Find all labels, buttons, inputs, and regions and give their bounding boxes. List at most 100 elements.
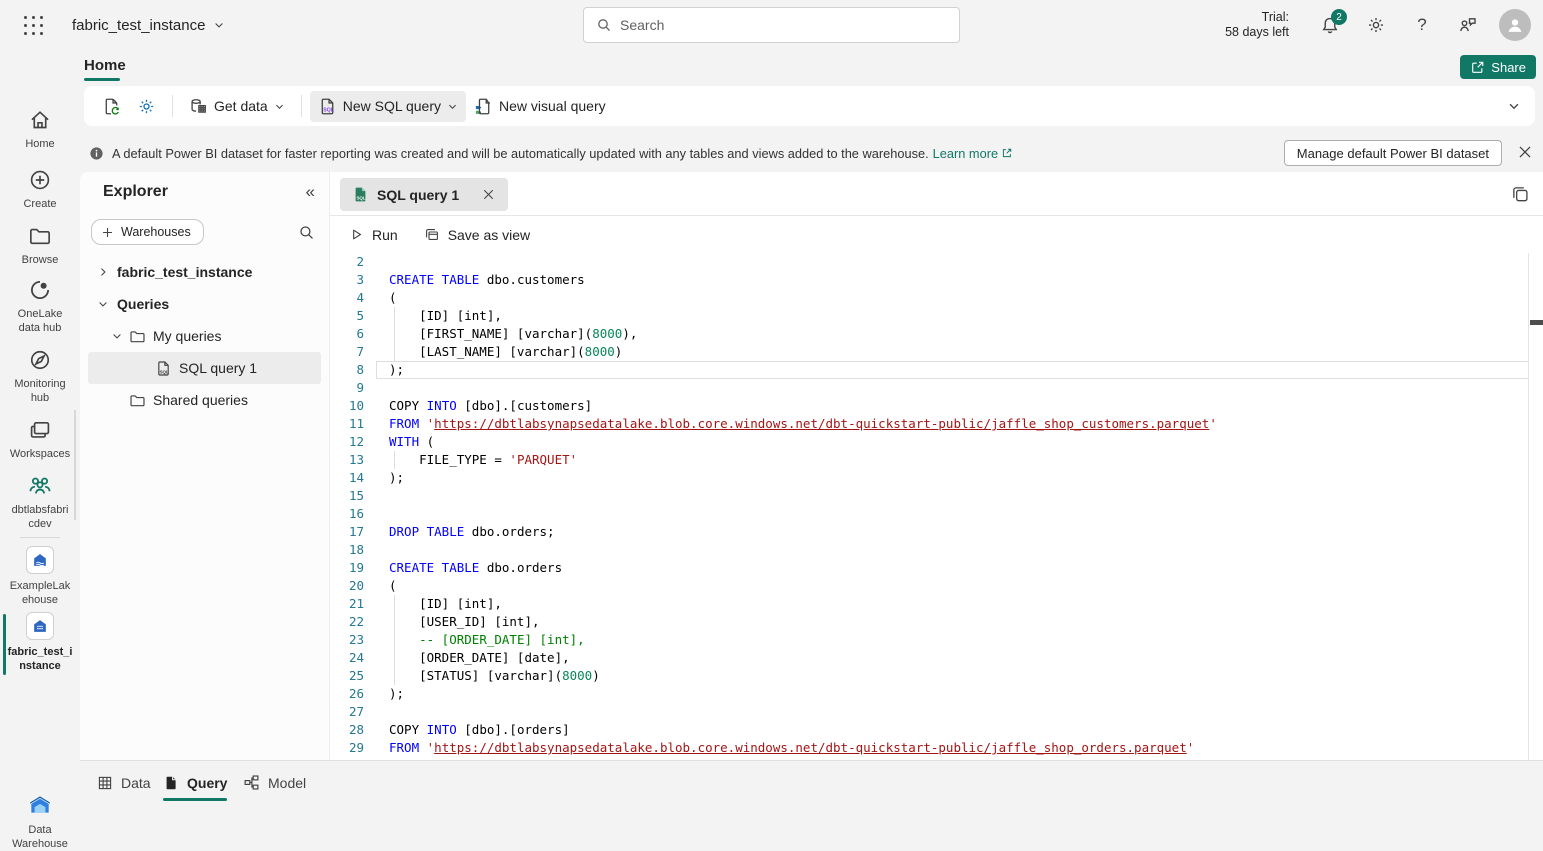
code-line-6: 6 [FIRST_NAME] [varchar](8000), [330,325,1543,343]
fabric-test-instance-icon [26,612,54,640]
notifications-button[interactable]: 2 [1313,8,1347,42]
tree-item-sql-query-1[interactable]: SQL SQL query 1 [88,352,321,384]
chevron-right-icon[interactable] [95,266,111,278]
collapse-ribbon-chevron[interactable] [1507,99,1521,113]
code-line-23: 23 -- [ORDER_DATE] [int], [330,631,1543,649]
line-number: 19 [330,559,364,577]
line-number: 18 [330,541,364,559]
chevron-down-icon[interactable] [109,330,125,342]
model-diagram-icon [243,774,260,791]
get-data-button[interactable]: Get data [181,91,293,122]
line-number: 22 [330,613,364,631]
browse-icon [28,224,52,248]
share-button[interactable]: Share [1460,55,1536,79]
line-number: 24 [330,649,364,667]
monitoring-hub-icon [28,348,52,372]
copy-icon[interactable] [1511,185,1530,204]
close-tab-icon[interactable] [481,187,496,202]
tree-item-shared-queries[interactable]: Shared queries [88,384,321,416]
manage-dataset-button[interactable]: Manage default Power BI dataset [1284,140,1502,166]
line-number: 4 [330,289,364,307]
editor-scrollbar-marker[interactable] [1530,320,1543,325]
rail-item-data-warehouse[interactable]: DataWarehouse [0,792,80,851]
toolbar-divider [172,95,173,117]
dbtlabsfabricdev-icon [27,472,53,498]
rail-item-home[interactable]: Home [0,108,80,151]
visual-query-icon [474,97,493,116]
rail-item-fabric-test-instance[interactable]: fabric_test_instance [0,612,80,673]
rail-item-workspaces[interactable]: Workspaces [0,418,80,461]
tree-item-my-queries[interactable]: My queries [88,320,321,352]
line-number: 27 [330,703,364,721]
new-sql-query-button[interactable]: SQL New SQL query [310,91,466,122]
external-link-icon [1001,147,1013,159]
run-button[interactable]: Run [349,227,398,243]
sql-code-area[interactable]: 23CREATE TABLE dbo.customers4(5 [ID] [in… [330,253,1543,760]
avatar[interactable] [1499,9,1531,41]
tab-home[interactable]: Home [84,55,126,76]
close-icon[interactable] [1516,143,1534,161]
data-warehouse-icon [27,792,53,818]
save-view-icon [424,227,440,243]
sql-icon: SQL [155,360,172,377]
sql-document-icon: SQL [318,97,337,116]
line-number: 3 [330,271,364,289]
top-header: fabric_test_instance Search Trial: 58 da… [0,0,1543,50]
home-icon [28,108,52,132]
share-icon [1470,60,1485,75]
code-line-21: 21 [ID] [int], [330,595,1543,613]
query-tab[interactable]: SQL SQL query 1 [340,178,508,211]
rail-item-example-lakehouse[interactable]: ExampleLakehouse [0,546,80,607]
tree-item-queries[interactable]: Queries [88,288,321,320]
save-as-view-button[interactable]: Save as view [424,227,530,243]
search-input[interactable]: Search [583,7,960,43]
notification-badge: 2 [1331,9,1347,25]
new-warehouse-button[interactable]: Warehouses [91,219,204,245]
chevron-down-icon[interactable] [95,298,111,310]
rail-item-label: Workspaces [10,447,70,461]
feedback-icon [1458,15,1478,35]
app-launcher-icon[interactable] [22,14,46,38]
svg-text:SQL: SQL [160,369,169,374]
gear-icon [1366,15,1386,35]
code-line-5: 5 [ID] [int], [330,307,1543,325]
rail-item-browse[interactable]: Browse [0,224,80,267]
code-line-3: 3CREATE TABLE dbo.customers [330,271,1543,289]
code-line-27: 27 [330,703,1543,721]
rail-scrollbar[interactable] [74,410,76,520]
settings-button[interactable] [1359,8,1393,42]
new-visual-query-button[interactable]: New visual query [466,91,614,122]
rail-item-dbtlabsfabricdev[interactable]: dbtlabsfabricdev [0,472,80,531]
rail-item-onelake-data-hub[interactable]: OneLakedata hub [0,278,80,335]
svg-text:SQL: SQL [356,195,365,200]
line-number: 6 [330,325,364,343]
code-line-2: 2 [330,253,1543,271]
collapse-panel-icon[interactable]: « [306,182,315,202]
line-number: 7 [330,343,364,361]
feedback-button[interactable] [1451,8,1485,42]
workspace-switcher[interactable]: fabric_test_instance [72,12,225,38]
help-button[interactable]: ? [1405,8,1439,42]
tree-item-label: SQL query 1 [179,360,257,376]
rail-item-create[interactable]: Create [0,168,80,211]
code-line-16: 16 [330,505,1543,523]
new-report-button[interactable] [94,91,129,122]
code-line-12: 12WITH ( [330,433,1543,451]
explorer-search-icon[interactable] [298,224,315,241]
tab-query[interactable]: Query [163,761,227,804]
tree-item-label: Queries [117,296,169,312]
learn-more-link[interactable]: Learn more [933,146,1013,161]
explorer-title: Explorer [103,183,168,201]
rail-item-label: Home [25,137,54,151]
warehouse-settings-button[interactable] [129,91,164,122]
line-number: 20 [330,577,364,595]
create-icon [28,168,52,192]
query-editor: SQL SQL query 1 Run [330,172,1543,760]
rail-item-label: Monitoringhub [14,377,65,405]
document-refresh-icon [102,97,121,116]
tab-model[interactable]: Model [243,761,306,804]
tree-item-fabric-test-instance[interactable]: fabric_test_instance [88,256,321,288]
rail-item-monitoring-hub[interactable]: Monitoringhub [0,348,80,405]
tab-data[interactable]: Data [97,761,151,804]
query-toolbar: Run Save as view [330,216,1543,253]
